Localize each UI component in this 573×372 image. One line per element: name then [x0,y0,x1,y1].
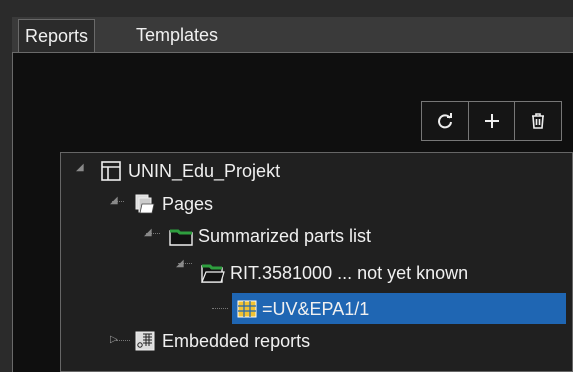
refresh-icon [437,113,452,129]
collapse-arrow-icon[interactable]: ◢ [110,195,118,206]
tree-line [116,340,130,342]
tree-node-pages[interactable]: Pages [134,189,213,219]
collapse-arrow-icon[interactable]: ◢ [144,227,152,238]
add-button[interactable] [469,102,516,140]
tree-node-label: =UV&EPA1/1 [262,298,370,319]
delete-button[interactable] [515,102,561,140]
tree-node-project[interactable]: UNIN_Edu_Projekt [100,156,280,186]
tab-templates[interactable]: Templates [130,17,224,53]
refresh-button[interactable] [422,102,469,140]
folder-open-icon [169,229,193,246]
tree-node-label: UNIN_Edu_Projekt [128,160,281,181]
tree-node-embedded-reports[interactable]: Embedded reports [134,326,310,356]
tree-node-label: Summarized parts list [198,225,372,246]
reports-toolbar [421,101,562,141]
tab-bar: Reports Templates [12,17,573,53]
tree-node-summarized-parts-list[interactable]: Summarized parts list [168,221,371,251]
table-icon [237,300,257,318]
tab-reports[interactable]: Reports [18,19,96,53]
collapse-arrow-icon[interactable]: ◢ [76,162,84,173]
trash-icon [532,113,545,129]
embedded-report-icon [135,331,155,351]
tree-node-label: Pages [162,193,214,214]
tree-node-label: Embedded reports [162,330,311,351]
tree-line [212,308,228,310]
plus-icon [484,114,499,128]
tree-node-rit[interactable]: RIT.3581000 ... not yet known [200,258,468,288]
collapse-arrow-icon[interactable]: ◢ [176,258,184,269]
folder-open-icon [201,264,225,283]
tree-node-report-item[interactable]: =UV&EPA1/1 [236,294,369,324]
expand-arrow-icon[interactable]: ▷ [110,334,118,345]
tree-node-label: RIT.3581000 ... not yet known [230,262,469,283]
pages-icon [135,194,155,214]
project-layout-icon [101,161,121,181]
